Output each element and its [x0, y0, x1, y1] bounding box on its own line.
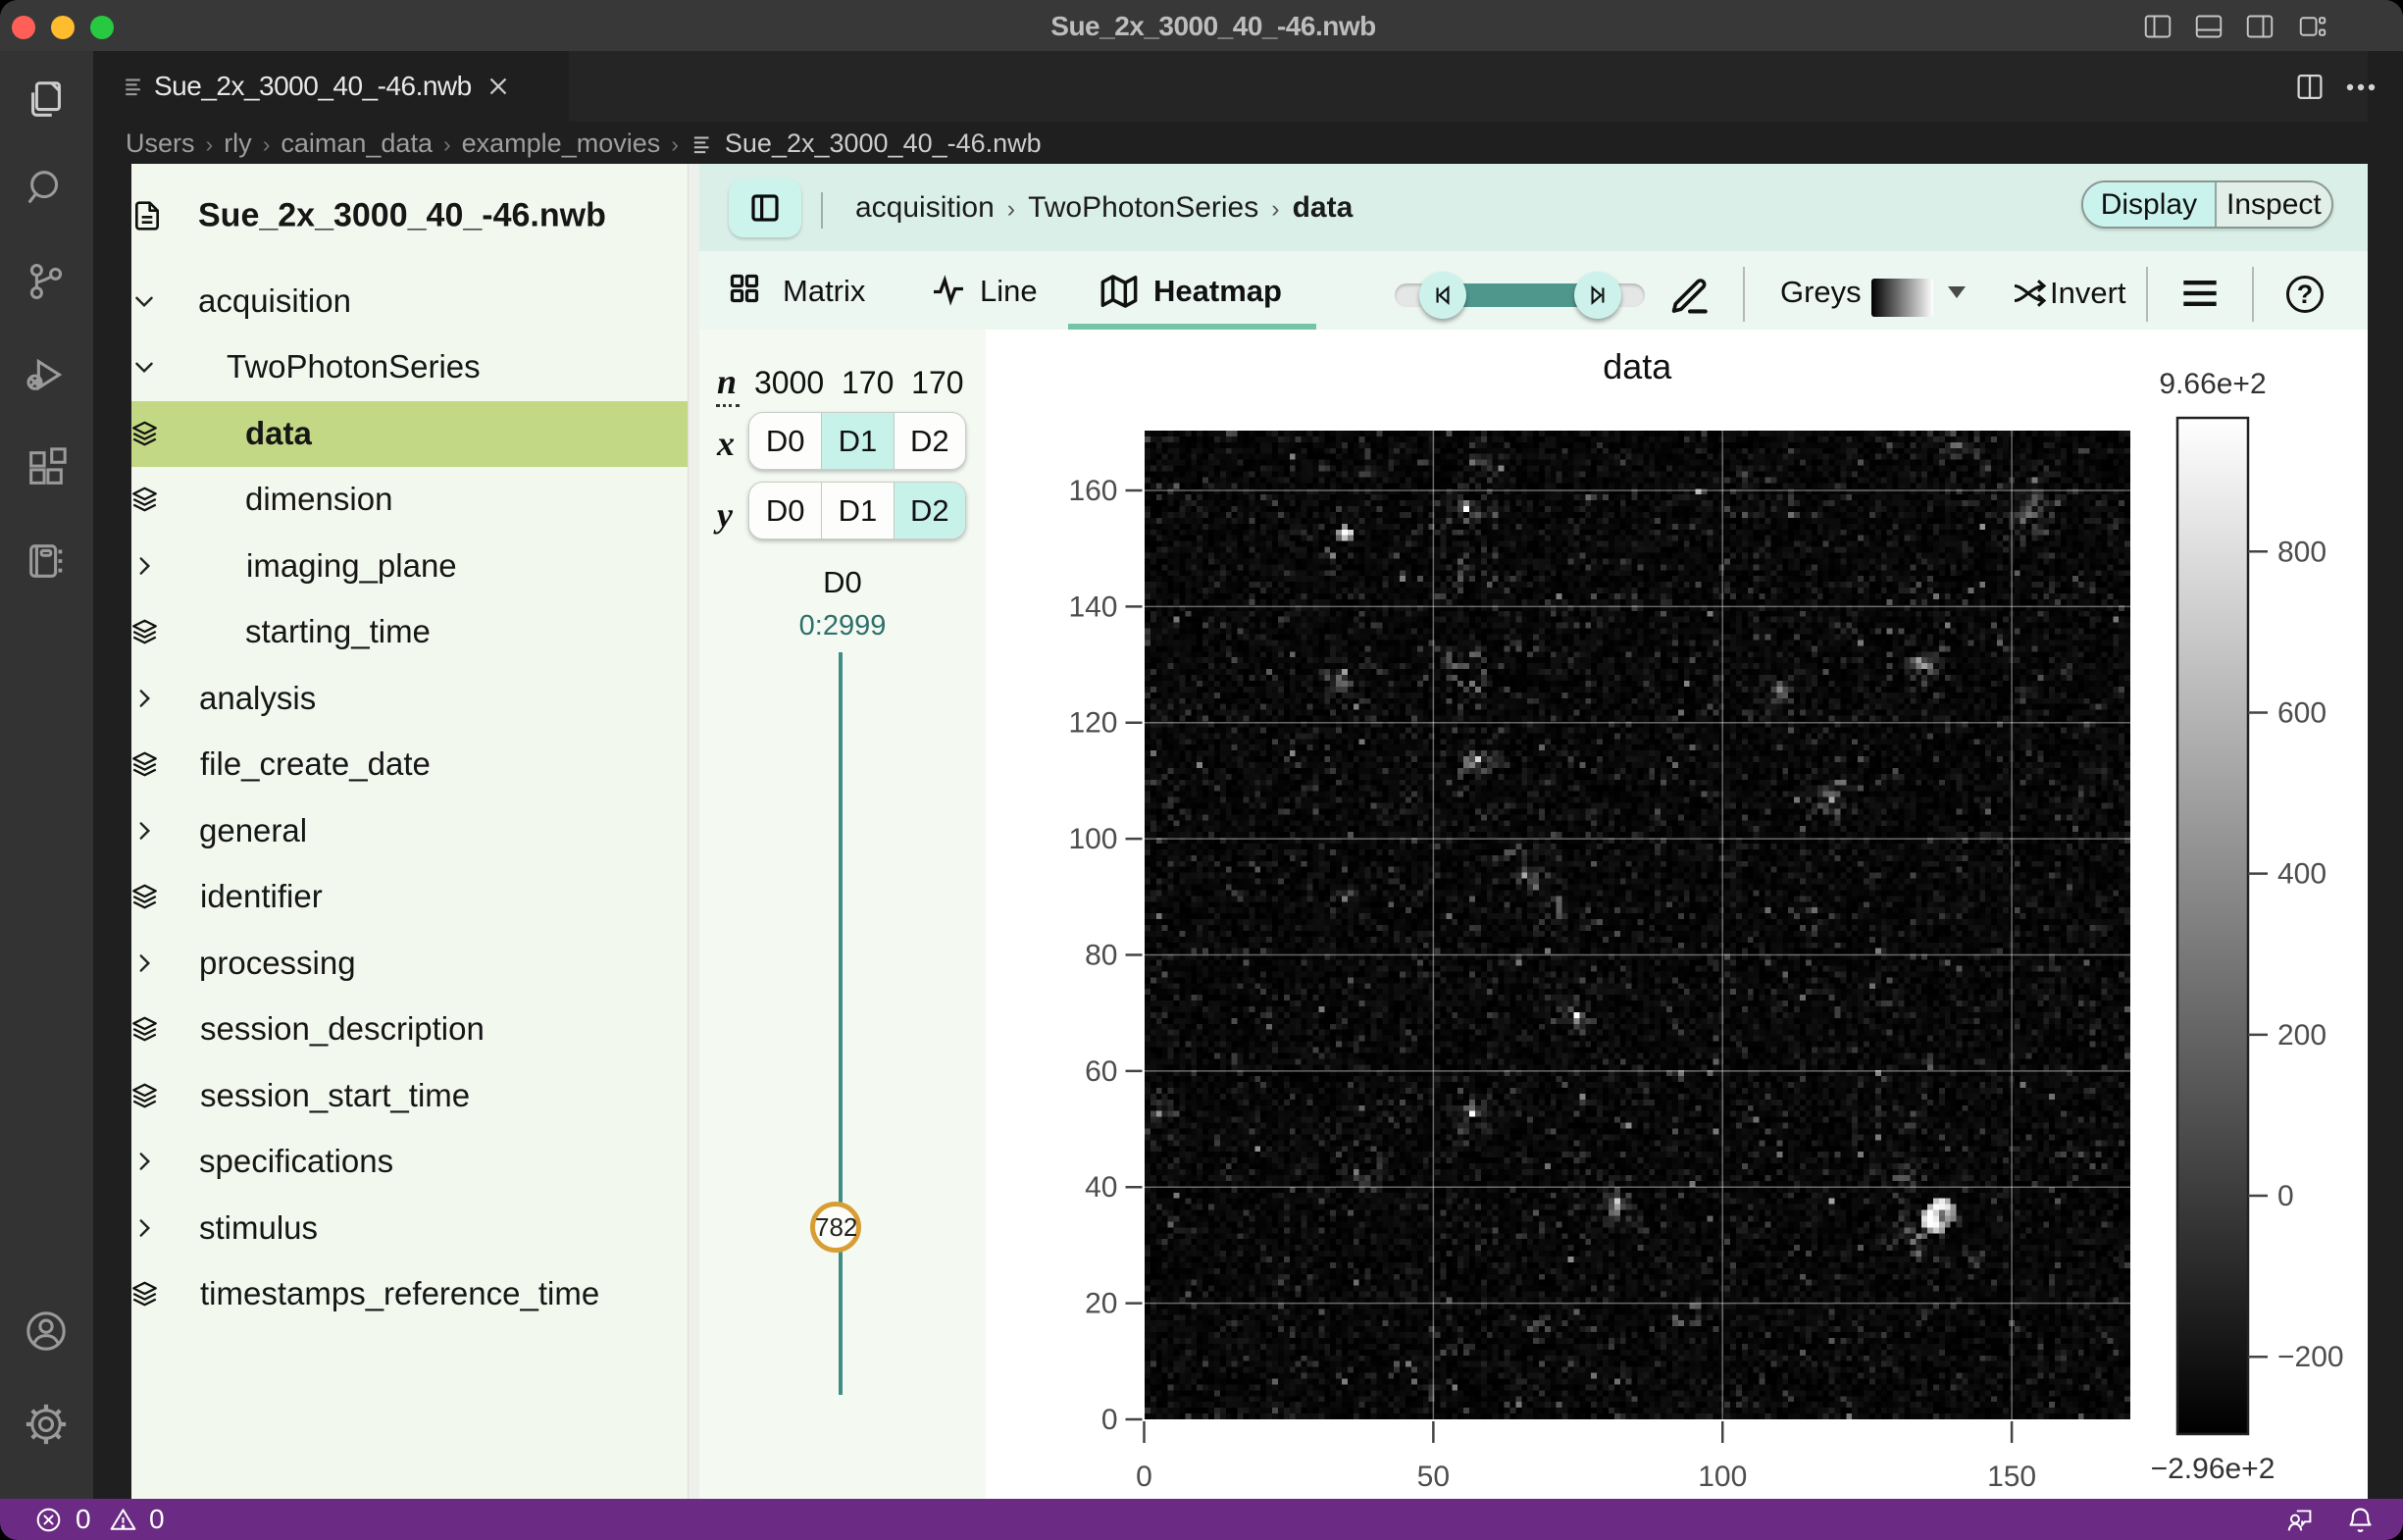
svg-text:100: 100: [1698, 1461, 1747, 1493]
svg-text:800: 800: [2277, 536, 2326, 568]
svg-text:150: 150: [1987, 1461, 2036, 1493]
svg-text:data: data: [1603, 346, 1672, 386]
svg-text:600: 600: [2277, 696, 2326, 729]
svg-text:160: 160: [1068, 475, 1117, 507]
svg-text:−2.96e+2: −2.96e+2: [2151, 1453, 2275, 1485]
svg-text:50: 50: [1417, 1461, 1450, 1493]
svg-text:120: 120: [1068, 707, 1117, 740]
svg-text:100: 100: [1068, 823, 1117, 855]
svg-text:80: 80: [1085, 939, 1117, 971]
svg-text:0: 0: [1101, 1404, 1118, 1436]
svg-text:0: 0: [1136, 1461, 1152, 1493]
svg-text:−200: −200: [2277, 1341, 2344, 1373]
svg-text:400: 400: [2277, 858, 2326, 891]
svg-text:9.66e+2: 9.66e+2: [2159, 368, 2266, 400]
svg-text:0: 0: [2277, 1180, 2294, 1212]
svg-text:140: 140: [1068, 590, 1117, 623]
svg-text:40: 40: [1085, 1171, 1117, 1204]
svg-text:60: 60: [1085, 1055, 1117, 1088]
svg-text:200: 200: [2277, 1019, 2326, 1052]
svg-text:20: 20: [1085, 1288, 1117, 1320]
